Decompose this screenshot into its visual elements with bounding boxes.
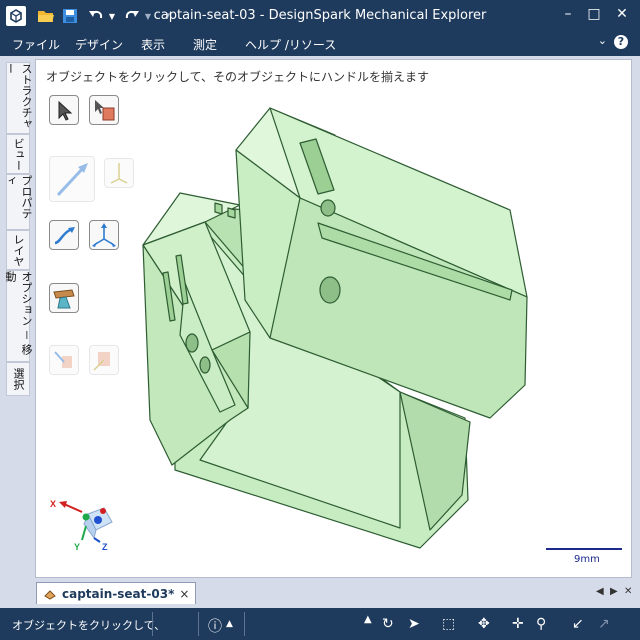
close-button[interactable]: ✕ xyxy=(610,6,634,26)
tab-close-all-icon[interactable]: ✕ xyxy=(624,586,632,597)
status-separator xyxy=(244,612,245,636)
pull-curve-button[interactable] xyxy=(49,220,79,250)
pan-icon[interactable]: ✥ xyxy=(478,616,490,632)
orientation-triad[interactable]: X Y Z xyxy=(46,494,122,552)
side-panel-tabs: ストラクチャー ビュー プロパティ レイヤ オプション － 移動 選択 xyxy=(4,62,33,582)
info-dropdown-icon[interactable]: ▲ xyxy=(226,619,233,629)
triad-y-label: Y xyxy=(74,542,80,552)
tab-structure[interactable]: ストラクチャー xyxy=(4,62,33,134)
scale-bar xyxy=(546,548,622,550)
anchor-icon xyxy=(53,289,75,309)
move-axes-button[interactable] xyxy=(89,220,119,250)
info-icon[interactable]: ⓘ xyxy=(208,616,222,636)
zoom-icon[interactable]: ⚲ xyxy=(536,616,546,632)
next-view-icon[interactable]: ↗ xyxy=(598,616,610,632)
tab-view[interactable]: ビュー xyxy=(6,134,30,174)
rotate-view-icon[interactable]: ↻ xyxy=(382,616,394,632)
close-tab-icon[interactable]: × xyxy=(179,587,189,601)
triad-x-label: X xyxy=(50,499,56,509)
box-select-icon[interactable]: ⬚ xyxy=(442,616,455,632)
status-message: オブジェクトをクリックして、 xyxy=(12,619,166,632)
menu-design[interactable]: デザイン xyxy=(75,36,123,53)
status-separator xyxy=(198,612,199,636)
menu-file[interactable]: ファイル xyxy=(12,36,60,53)
tab-options-move[interactable]: オプション － 移動 xyxy=(4,270,33,362)
ribbon-collapse-icon[interactable]: ⌄ xyxy=(598,34,607,47)
menu-measure[interactable]: 測定 xyxy=(193,36,217,53)
scale-label: 9mm xyxy=(574,554,600,565)
tab-scroll-right-icon[interactable]: ▶ xyxy=(610,586,618,597)
ruler-move-icon xyxy=(54,351,72,368)
help-icon[interactable]: ? xyxy=(614,35,628,49)
fit-icon xyxy=(93,352,110,371)
select-mode-icon[interactable]: ➤ xyxy=(408,616,420,632)
move-handle-button[interactable] xyxy=(104,158,134,188)
curve-arrow-icon xyxy=(54,227,75,245)
tool-disabled-2[interactable] xyxy=(89,345,119,375)
select-arrow-icon xyxy=(58,100,73,121)
move-view-icon[interactable]: ✛ xyxy=(512,616,524,632)
pull-arrow-icon xyxy=(56,163,88,197)
document-icon xyxy=(44,589,56,600)
window-title: captain-seat-03 - DesignSpark Mechanical… xyxy=(153,8,487,23)
status-bar: オブジェクトをクリックして、 ⓘ ▲ ▲ ↻ ➤ ⬚ ✥ ✛ ⚲ ↙ ↗ xyxy=(0,608,640,640)
spin-up-icon[interactable]: ▲ xyxy=(364,614,372,625)
pull-tool-button[interactable] xyxy=(49,156,95,202)
menu-view[interactable]: 表示 xyxy=(141,36,165,53)
title-bar: ▼ ▼ ▾ captain-seat-03 - DesignSpark Mech… xyxy=(0,0,640,32)
document-tab-label: captain-seat-03* xyxy=(62,586,175,601)
maximize-button[interactable]: □ xyxy=(582,6,606,26)
tab-selection[interactable]: 選択 xyxy=(6,362,30,396)
tab-layers[interactable]: レイヤ xyxy=(6,230,30,270)
3d-model[interactable] xyxy=(35,59,632,578)
select-component-button[interactable] xyxy=(89,95,119,125)
document-tab[interactable]: captain-seat-03* × xyxy=(36,582,197,604)
tab-scroll-left-icon[interactable]: ◀ xyxy=(596,586,604,597)
triad-z-label: Z xyxy=(102,542,108,552)
minimize-button[interactable]: – xyxy=(556,6,580,26)
move-icon xyxy=(110,163,128,184)
select-component-icon xyxy=(95,100,115,121)
tab-properties[interactable]: プロパティ xyxy=(4,174,33,230)
menu-bar: ファイル デザイン 表示 測定 ヘルプ /リソース xyxy=(0,32,640,56)
previous-view-icon[interactable]: ↙ xyxy=(572,616,584,632)
anchor-tool-button[interactable] xyxy=(49,283,79,313)
tool-disabled-1[interactable] xyxy=(49,345,79,375)
status-separator xyxy=(152,612,153,636)
axes-icon xyxy=(92,223,116,247)
select-tool-button[interactable] xyxy=(49,95,79,125)
menu-help[interactable]: ヘルプ /リソース xyxy=(245,36,336,53)
